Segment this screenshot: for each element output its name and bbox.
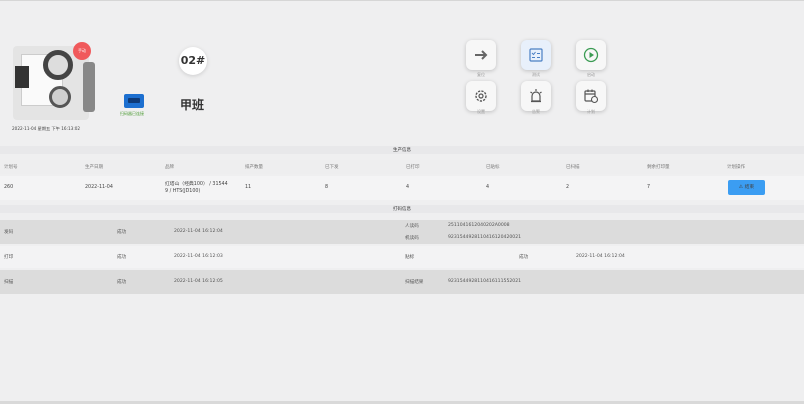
plan-no: 260	[4, 185, 14, 190]
col-date: 生产日期	[85, 165, 103, 170]
scanner-icon	[124, 94, 144, 108]
log-row-scan: 扫描 成功 2022-11-04 16:12:05 扫描结果 923154492…	[0, 270, 804, 294]
finish-label: 结束	[744, 185, 755, 190]
mode-badge[interactable]: 手动	[73, 42, 91, 60]
calendar-icon	[584, 89, 599, 104]
log-row-issue: 发码 成功 2022-11-04 16:12:04 人读码 2511041612…	[0, 220, 804, 244]
log-name: 打印	[4, 255, 14, 260]
log-status: 成功	[117, 230, 127, 235]
plan-table-header: 计划号 生产日期 品牌 排产数量 已下发 已打印 已贴标 已扫描 剩余打印量 计…	[0, 160, 804, 174]
log-status: 成功	[117, 280, 127, 285]
play-icon	[583, 47, 599, 63]
arrow-right-icon	[475, 50, 488, 60]
machine-code-value: 9231544928110416120420021	[448, 235, 522, 240]
col-scanned: 已扫描	[566, 165, 580, 170]
col-brand: 品牌	[165, 165, 174, 170]
label-key: 贴标	[405, 255, 415, 260]
plan-labeled: 4	[486, 185, 490, 190]
alarm-label: 告警	[532, 109, 540, 114]
human-code-key: 人读码	[405, 224, 419, 229]
col-plan-no: 计划号	[4, 165, 18, 170]
gear-icon	[475, 90, 487, 102]
plan-brand-line2: 9 / HTS(JD100)	[165, 189, 201, 194]
plan-printed: 4	[406, 185, 410, 190]
log-time: 2022-11-04 16:12:05	[174, 279, 223, 284]
settings-button[interactable]	[466, 81, 496, 111]
scan-result-value: 9231544928110416111552021	[448, 279, 522, 284]
reset-button[interactable]	[466, 40, 496, 70]
settings-label: 设置	[477, 109, 485, 114]
plan-button[interactable]	[576, 81, 606, 111]
scanner-status: 扫码器已连接	[120, 92, 150, 120]
plan-brand-line1: 红塔山（经典100） / 31544	[165, 182, 228, 187]
start-label: 启动	[587, 72, 595, 77]
col-labeled: 已贴标	[486, 165, 500, 170]
machine-code-key: 机读码	[405, 236, 419, 241]
plan-date: 2022-11-04	[85, 185, 113, 190]
alarm-icon	[530, 89, 542, 103]
print-section-title: 打码信息	[393, 207, 411, 212]
scanner-label: 扫码器已连接	[120, 111, 144, 116]
current-datetime: 2022-11-04 星期五 下午 16:13:02	[12, 126, 81, 131]
reset-label: 复位	[477, 72, 485, 77]
shift-name: 甲班	[180, 98, 205, 112]
label-time: 2022-11-04 16:12:04	[576, 254, 625, 259]
test-button[interactable]	[521, 40, 551, 70]
plan-label: 计划	[587, 109, 595, 114]
label-status: 成功	[519, 255, 529, 260]
table-row: 260 2022-11-04 红塔山（经典100） / 31544 9 / HT…	[0, 176, 804, 200]
plan-scanned: 2	[566, 185, 570, 190]
production-section-title: 生产信息	[393, 148, 411, 153]
test-label: 测试	[532, 72, 540, 77]
scan-result-key: 扫描结果	[405, 280, 424, 285]
log-name: 扫描	[4, 280, 14, 285]
log-status: 成功	[117, 255, 127, 260]
line-number: 02#	[179, 47, 207, 75]
col-issued: 已下发	[325, 165, 339, 170]
col-quantity: 排产数量	[245, 165, 263, 170]
start-button[interactable]	[576, 40, 606, 70]
plan-remaining: 7	[647, 185, 651, 190]
machine-image: 手动	[13, 40, 99, 122]
alarm-button[interactable]	[521, 81, 551, 111]
log-time: 2022-11-04 16:12:04	[174, 229, 223, 234]
human-code-value: 2511041612040202A0008	[448, 223, 510, 228]
log-time: 2022-11-04 16:12:03	[174, 254, 223, 259]
col-printed: 已打印	[406, 165, 420, 170]
checklist-icon	[529, 48, 543, 62]
col-action: 计划操作	[727, 165, 745, 170]
log-row-print: 打印 成功 2022-11-04 16:12:03 贴标 成功 2022-11-…	[0, 246, 804, 268]
log-name: 发码	[4, 230, 14, 235]
col-remaining: 剩余打印量	[647, 165, 670, 170]
plan-quantity: 11	[245, 185, 252, 190]
plan-issued: 8	[325, 185, 329, 190]
finish-plan-button[interactable]: ⚠ 结束	[728, 180, 765, 195]
top-divider	[0, 0, 804, 1]
